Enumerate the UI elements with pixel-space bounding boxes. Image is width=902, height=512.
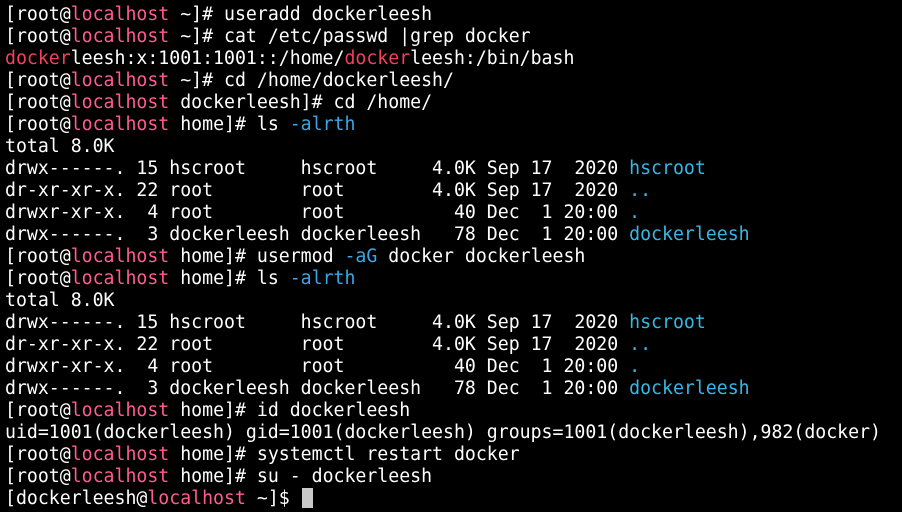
hostname-text: localhost — [70, 466, 170, 487]
terminal-text: drwx------. 3 dockerleesh dockerleesh 78… — [5, 224, 630, 245]
terminal-text: ~]# useradd dockerleesh — [169, 4, 433, 25]
terminal-text: home]# systemctl restart docker — [169, 444, 520, 465]
terminal-text: ~]# cat /etc/passwd |grep docker — [169, 26, 531, 47]
output-line: total 8.0K — [5, 290, 902, 312]
directory-name: .. — [629, 334, 652, 355]
prompt-line: [root@localhost home]# ls -alrth — [5, 268, 902, 290]
terminal-text: [root@ — [5, 444, 71, 465]
terminal-text: dr-xr-xr-x. 22 root root 4.0K Sep 17 202… — [5, 334, 630, 355]
output-line: uid=1001(dockerleesh) gid=1001(dockerlee… — [5, 422, 902, 444]
listing-row: dr-xr-xr-x. 22 root root 4.0K Sep 17 202… — [5, 180, 902, 202]
terminal-text: [root@ — [5, 26, 71, 47]
option-flag: -alrth — [289, 268, 356, 289]
terminal-text: home]# id dockerleesh — [169, 400, 411, 421]
terminal-text: total 8.0K — [5, 290, 115, 311]
option-flag: -alrth — [289, 114, 356, 135]
prompt-line: [root@localhost home]# ls -alrth — [5, 114, 902, 136]
prompt-line: [root@localhost home]# id dockerleesh — [5, 400, 902, 422]
hostname-text: localhost — [70, 444, 170, 465]
terminal-text: [root@ — [5, 400, 71, 421]
listing-row: drwx------. 15 hscroot hscroot 4.0K Sep … — [5, 158, 902, 180]
directory-name: .. — [629, 180, 652, 201]
listing-row: drwxr-xr-x. 4 root root 40 Dec 1 20:00 . — [5, 356, 902, 378]
hostname-text: localhost — [70, 114, 170, 135]
hostname-text: localhost — [70, 246, 170, 267]
terminal-text: [dockerleesh@ — [5, 488, 148, 509]
hostname-text: localhost — [70, 268, 170, 289]
prompt-line: [root@localhost home]# systemctl restart… — [5, 444, 902, 466]
hostname-text: localhost — [70, 400, 170, 421]
hostname-text: localhost — [70, 70, 170, 91]
output-line: dockerleesh:x:1001:1001::/home/dockerlee… — [5, 48, 902, 70]
prompt-line: [root@localhost home]# usermod -aG docke… — [5, 246, 902, 268]
prompt-line: [root@localhost dockerleesh]# cd /home/ — [5, 92, 902, 114]
terminal-text: drwxr-xr-x. 4 root root 40 Dec 1 20:00 — [5, 202, 630, 223]
listing-row: drwx------. 3 dockerleesh dockerleesh 78… — [5, 224, 902, 246]
terminal-text: [root@ — [5, 4, 71, 25]
listing-row: drwx------. 3 dockerleesh dockerleesh 78… — [5, 378, 902, 400]
prompt-line: [root@localhost ~]# useradd dockerleesh — [5, 4, 902, 26]
grep-match: docker — [344, 48, 411, 69]
terminal-window[interactable]: [root@localhost ~]# useradd dockerleesh[… — [0, 0, 902, 512]
terminal-text: uid=1001(dockerleesh) gid=1001(dockerlee… — [5, 422, 881, 443]
terminal-text: drwxr-xr-x. 4 root root 40 Dec 1 20:00 — [5, 356, 630, 377]
terminal-text: ~]$ — [245, 488, 301, 509]
terminal-text: home]# ls — [169, 268, 290, 289]
directory-name: dockerleesh — [629, 378, 750, 399]
cursor-block — [301, 488, 313, 508]
terminal-text: total 8.0K — [5, 136, 115, 157]
terminal-text: leesh:x:1001:1001::/home/ — [70, 48, 345, 69]
terminal-text: docker dockerleesh — [377, 246, 586, 267]
terminal-text: [root@ — [5, 114, 71, 135]
option-flag: -aG — [344, 246, 378, 267]
terminal-text: drwx------. 15 hscroot hscroot 4.0K Sep … — [5, 158, 630, 179]
terminal-text: drwx------. 15 hscroot hscroot 4.0K Sep … — [5, 312, 630, 333]
prompt-line: [root@localhost home]# su - dockerleesh — [5, 466, 902, 488]
directory-name: hscroot — [629, 312, 706, 333]
terminal-text: dockerleesh]# cd /home/ — [169, 92, 433, 113]
terminal-text: ~]# cd /home/dockerleesh/ — [169, 70, 454, 91]
terminal-text: drwx------. 3 dockerleesh dockerleesh 78… — [5, 378, 630, 399]
hostname-text: localhost — [147, 488, 246, 509]
directory-name: . — [629, 202, 641, 223]
hostname-text: localhost — [70, 26, 170, 47]
listing-row: drwxr-xr-x. 4 root root 40 Dec 1 20:00 . — [5, 202, 902, 224]
terminal-text: [root@ — [5, 268, 71, 289]
output-line: total 8.0K — [5, 136, 902, 158]
prompt-line: [root@localhost ~]# cat /etc/passwd |gre… — [5, 26, 902, 48]
terminal-text: [root@ — [5, 70, 71, 91]
hostname-text: localhost — [70, 92, 170, 113]
terminal-text: [root@ — [5, 92, 71, 113]
grep-match: docker — [5, 48, 71, 69]
prompt-line: [root@localhost ~]# cd /home/dockerleesh… — [5, 70, 902, 92]
terminal-text: [root@ — [5, 246, 71, 267]
listing-row: drwx------. 15 hscroot hscroot 4.0K Sep … — [5, 312, 902, 334]
terminal-text: home]# su - dockerleesh — [169, 466, 433, 487]
terminal-text: leesh:/bin/bash — [410, 48, 575, 69]
directory-name: . — [629, 356, 641, 377]
directory-name: dockerleesh — [629, 224, 750, 245]
current-prompt-line: [dockerleesh@localhost ~]$ — [5, 488, 902, 510]
terminal-text: home]# ls — [169, 114, 290, 135]
hostname-text: localhost — [70, 4, 170, 25]
terminal-text: [root@ — [5, 466, 71, 487]
listing-row: dr-xr-xr-x. 22 root root 4.0K Sep 17 202… — [5, 334, 902, 356]
terminal-text: dr-xr-xr-x. 22 root root 4.0K Sep 17 202… — [5, 180, 630, 201]
terminal-text: home]# usermod — [169, 246, 345, 267]
directory-name: hscroot — [629, 158, 706, 179]
